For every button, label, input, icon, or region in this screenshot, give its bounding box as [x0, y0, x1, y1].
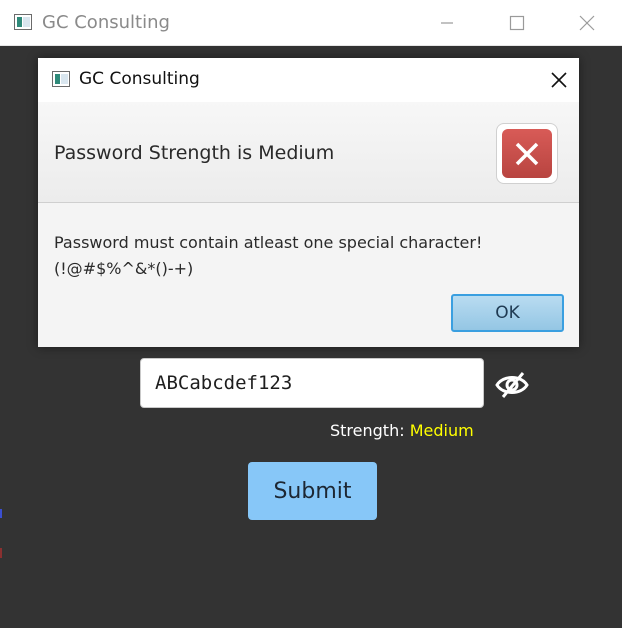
minimize-button[interactable] [424, 0, 470, 46]
main-titlebar[interactable]: GC Consulting [0, 0, 622, 46]
dialog-message-line2: (!@#$%^&*()-+) [54, 259, 194, 278]
app-icon [14, 14, 32, 30]
password-input[interactable]: ABCabcdef123 [140, 358, 484, 408]
dialog-titlebar[interactable]: GC Consulting [38, 58, 579, 102]
strength-label: Strength: [330, 421, 405, 440]
edge-mark [0, 509, 2, 518]
minimize-icon [441, 22, 453, 24]
password-visibility-toggle[interactable] [494, 368, 530, 402]
strength-indicator: Strength: Medium [330, 421, 474, 440]
ok-button[interactable]: OK [451, 294, 564, 332]
dialog-header: Password Strength is Medium [38, 102, 579, 203]
error-icon-frame [496, 123, 558, 184]
submit-button[interactable]: Submit [248, 462, 377, 520]
dialog-title: GC Consulting [79, 69, 200, 89]
dialog-message-line1: Password must contain atleast one specia… [54, 233, 483, 252]
dialog-header-text: Password Strength is Medium [54, 142, 335, 164]
edge-mark [0, 548, 2, 558]
maximize-icon [509, 15, 525, 31]
close-button[interactable] [564, 0, 610, 46]
dialog-app-icon [52, 71, 70, 87]
close-icon [579, 15, 595, 31]
eye-slash-icon [495, 372, 529, 398]
close-icon [550, 72, 567, 88]
dialog-close-button[interactable] [538, 58, 579, 102]
alert-dialog: GC Consulting Password Strength is Mediu… [38, 58, 579, 347]
strength-value: Medium [409, 421, 474, 440]
window-title: GC Consulting [42, 12, 170, 33]
error-icon [502, 129, 552, 178]
maximize-button[interactable] [494, 0, 540, 46]
dialog-content: Password must contain atleast one specia… [54, 230, 482, 282]
